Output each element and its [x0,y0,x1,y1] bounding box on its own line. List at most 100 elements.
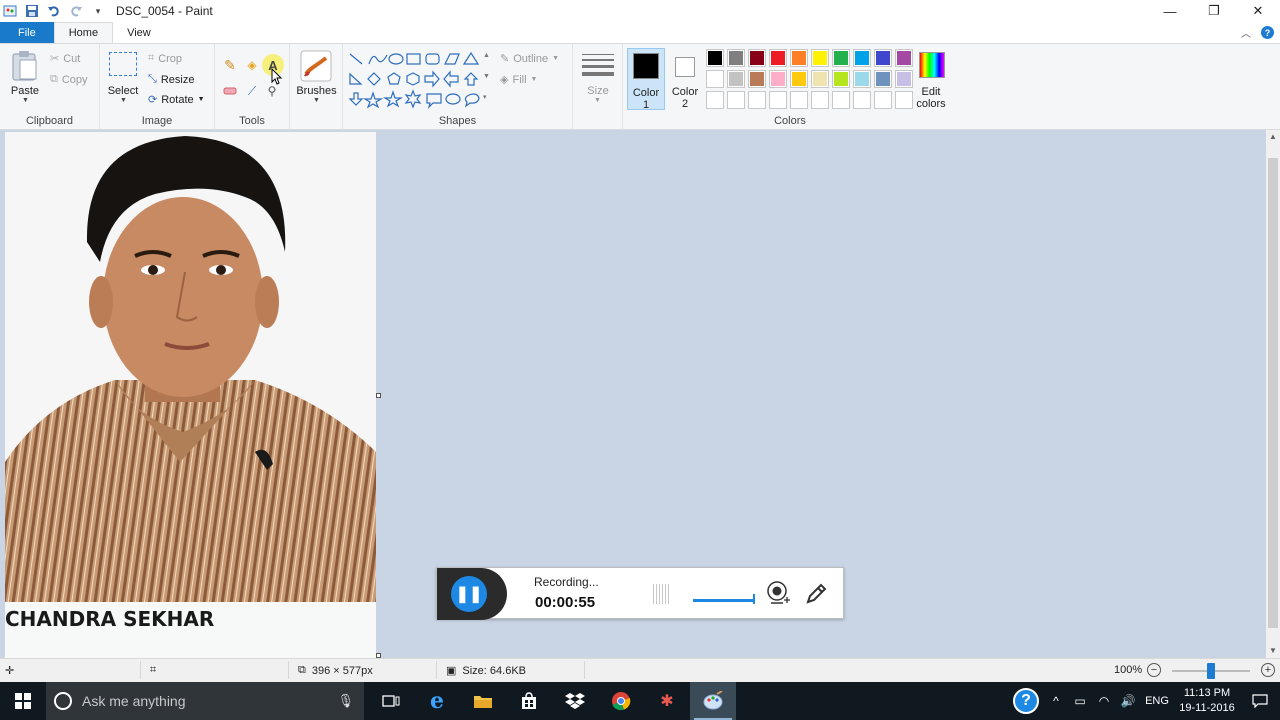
zoom-out-button[interactable]: − [1147,663,1161,677]
resize-handle-right[interactable] [376,393,381,398]
file-explorer-button[interactable] [460,682,506,720]
scroll-down-icon[interactable]: ▼ [1266,644,1280,658]
palette-swatch[interactable] [874,91,892,109]
pause-button[interactable]: ❚❚ [451,576,487,612]
palette-swatch[interactable] [748,91,766,109]
name-caption: CHANDRA SEKHAR [5,607,215,631]
volume-slider[interactable] [693,599,755,602]
color-picker-icon[interactable]: ⟋ [243,84,261,98]
palette-swatch[interactable] [853,49,871,67]
scrollbar-thumb[interactable] [1268,158,1278,628]
volume-icon[interactable]: 🔊 [1116,682,1140,720]
paint-canvas[interactable]: CHANDRA SEKHAR [5,132,376,658]
rotate-button[interactable]: ⟳ Rotate ▼ [148,93,205,107]
shapes-scroll-up-icon[interactable]: ▲ [483,52,490,59]
store-button[interactable] [506,682,552,720]
shapes-scroll-down-icon[interactable]: ▼ [483,73,490,80]
shapes-gallery[interactable] [347,49,487,109]
palette-swatch[interactable] [832,91,850,109]
select-button[interactable]: Select ▼ [108,50,138,104]
webcam-icon[interactable] [766,581,790,607]
microphone-icon[interactable]: 🎙 [337,693,354,709]
palette-swatch[interactable] [811,91,829,109]
dropbox-button[interactable] [552,682,598,720]
palette-swatch[interactable] [706,49,724,67]
palette-swatch[interactable] [853,91,871,109]
palette-swatch[interactable] [832,49,850,67]
palette-swatch[interactable] [706,70,724,88]
action-center-icon[interactable] [1240,682,1280,720]
palette-swatch[interactable] [727,49,745,67]
close-button[interactable]: ✕ [1236,0,1280,22]
copy-button[interactable]: ⧉ Copy [50,73,88,86]
palette-swatch[interactable] [811,70,829,88]
palette-swatch[interactable] [874,70,892,88]
edge-browser-button[interactable]: e [414,682,460,720]
shapes-more-icon[interactable]: ▾ [483,93,487,101]
palette-swatch[interactable] [748,70,766,88]
palette-swatch[interactable] [790,49,808,67]
drag-grip-icon[interactable] [653,584,671,604]
show-hidden-icons-chevron-up-icon[interactable]: ^ [1044,682,1068,720]
palette-swatch[interactable] [853,70,871,88]
palette-swatch[interactable] [832,70,850,88]
wifi-icon[interactable]: ◠ [1092,682,1116,720]
fill-button[interactable]: ◈ Fill ▼ [500,73,537,87]
palette-swatch[interactable] [769,91,787,109]
palette-swatch[interactable] [748,49,766,67]
restore-button[interactable]: ❐ [1192,0,1236,22]
cut-button[interactable]: ✂ Cut [50,52,80,66]
clock[interactable]: 11:13 PM 19-11-2016 [1174,686,1240,716]
cortana-search-box[interactable]: Ask me anything 🎙 [46,682,364,720]
minimize-button[interactable]: — [1148,0,1192,22]
language-indicator[interactable]: ENG [1140,682,1174,720]
palette-swatch[interactable] [811,49,829,67]
tab-view[interactable]: View [113,22,165,43]
battery-icon[interactable]: ▭ [1068,682,1092,720]
color2-button[interactable]: Color 2 [667,48,705,110]
palette-swatch[interactable] [727,91,745,109]
pencil-icon[interactable]: ✎ [221,56,239,74]
game-app-button[interactable]: ✱ [644,682,690,720]
palette-swatch[interactable] [895,70,913,88]
eraser-icon[interactable] [221,84,239,98]
zoom-slider-thumb[interactable] [1207,663,1215,679]
start-button[interactable] [0,682,46,720]
palette-swatch[interactable] [790,91,808,109]
zoom-in-button[interactable]: + [1261,663,1275,677]
help-icon[interactable]: ? [1261,26,1274,39]
redo-icon[interactable] [68,3,84,19]
tab-home[interactable]: Home [53,22,114,43]
size-button[interactable]: Size ▼ [579,50,617,110]
paint-app-icon[interactable] [2,3,18,19]
paste-button[interactable]: Paste ▼ [8,48,42,104]
palette-swatch[interactable] [769,70,787,88]
color1-button[interactable]: Color 1 [627,48,665,111]
palette-swatch[interactable] [874,49,892,67]
fill-bucket-icon[interactable]: ◈ [243,56,261,74]
magnifier-icon[interactable]: ⚲ [263,84,281,98]
crop-button[interactable]: ⌗ Crop [148,52,182,65]
customize-qat-chevron-icon[interactable]: ▾ [90,3,106,19]
palette-swatch[interactable] [790,70,808,88]
palette-swatch[interactable] [895,91,913,109]
collapse-ribbon-chevron-up-icon[interactable]: ︿ [1241,25,1251,40]
edit-colors-button[interactable]: Edit colors [913,48,949,110]
save-icon[interactable] [24,3,40,19]
palette-swatch[interactable] [769,49,787,67]
chrome-button[interactable] [598,682,644,720]
palette-swatch[interactable] [706,91,724,109]
undo-icon[interactable] [46,3,62,19]
paint-taskbar-button[interactable] [690,682,736,720]
scroll-up-icon[interactable]: ▲ [1266,130,1280,144]
vertical-scrollbar[interactable]: ▲ ▼ [1266,130,1280,658]
brushes-button[interactable]: Brushes ▼ [294,48,339,108]
palette-swatch[interactable] [895,49,913,67]
task-view-button[interactable] [368,682,414,720]
help-question-button[interactable]: ? [1008,682,1044,720]
resize-button[interactable]: ⤡ Resize [148,73,194,86]
tab-file[interactable]: File [0,22,54,43]
outline-button[interactable]: ✎ Outline ▼ [500,52,559,66]
palette-swatch[interactable] [727,70,745,88]
pen-annotate-icon[interactable] [804,582,828,606]
